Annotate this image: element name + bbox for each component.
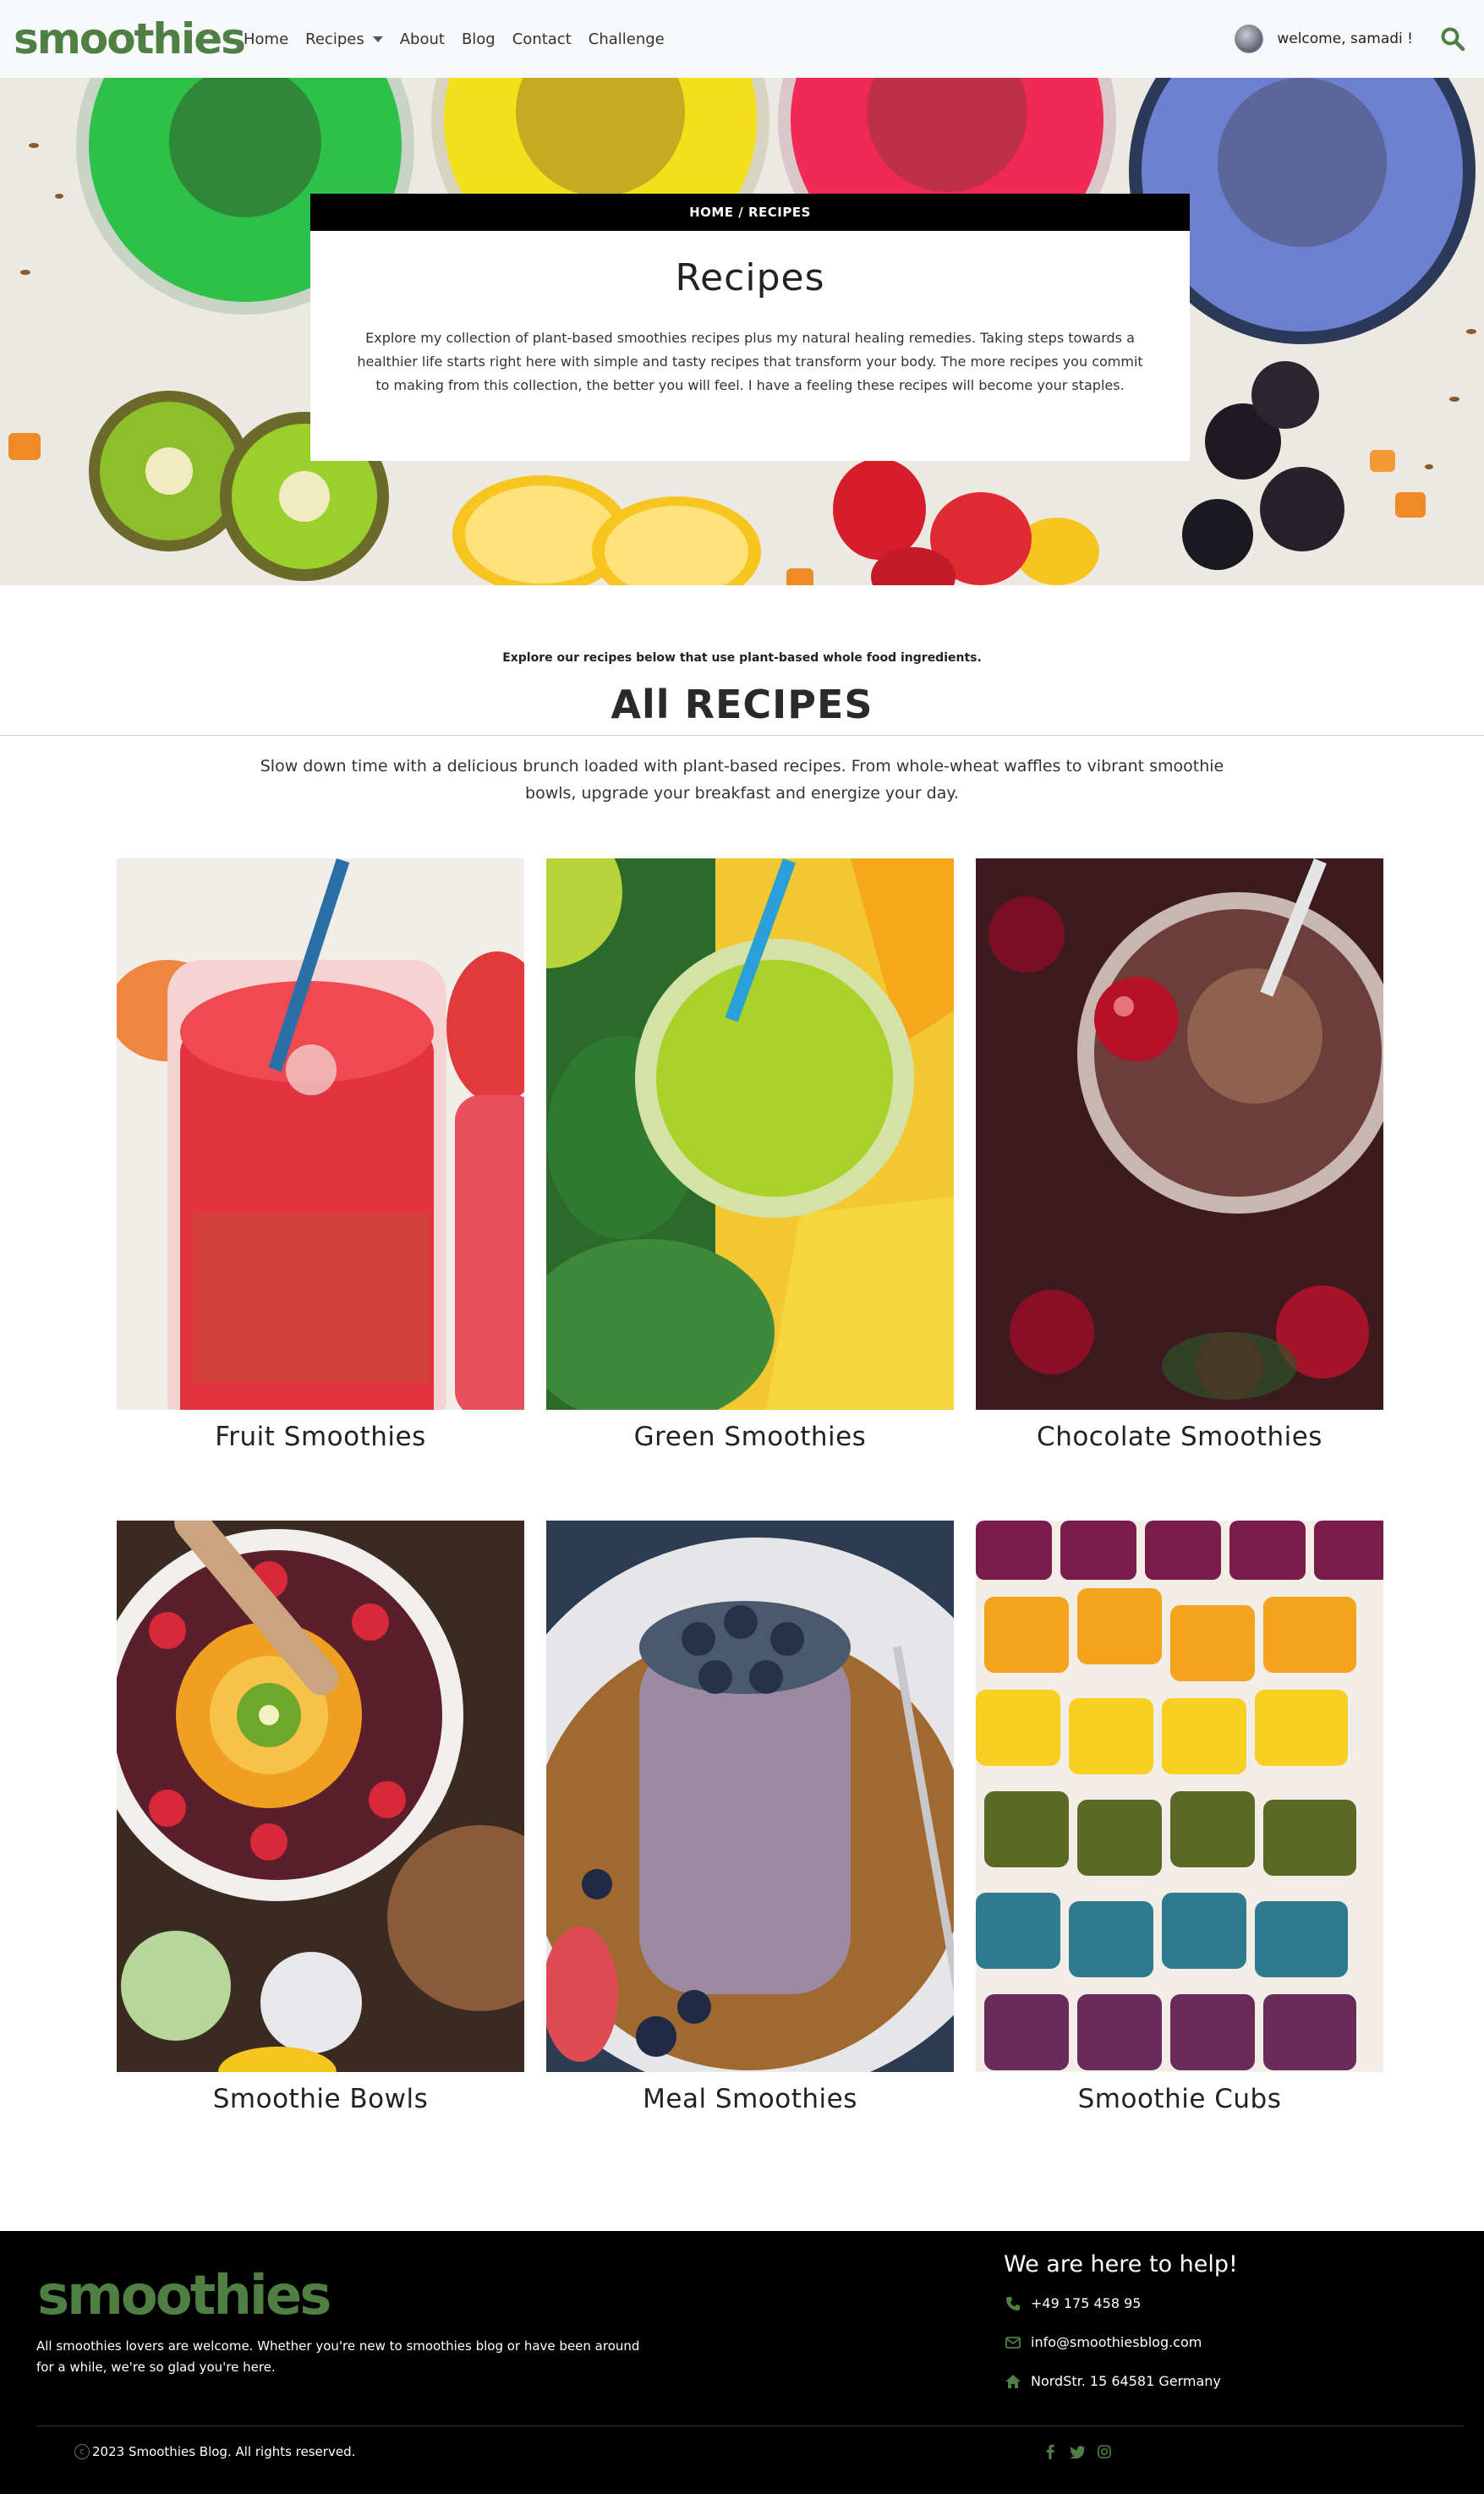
phone-icon xyxy=(1004,2296,1022,2311)
hero-card: Recipes Explore my collection of plant-b… xyxy=(310,231,1190,461)
recipe-card-smoothie-bowls[interactable]: Smoothie Bowls xyxy=(117,1521,524,2129)
section-divider xyxy=(0,735,1484,736)
footer-address: NordStr. 15 64581 Germany xyxy=(1004,2373,1221,2389)
smoothie-bowls-image[interactable] xyxy=(117,1521,524,2072)
section-title: All RECIPES xyxy=(611,682,873,727)
recipe-card-chocolate-smoothies[interactable]: Chocolate Smoothies xyxy=(976,858,1383,1467)
envelope-icon xyxy=(1004,2335,1022,2350)
nav-blog[interactable]: Blog xyxy=(462,30,496,48)
green-smoothies-image[interactable] xyxy=(546,858,954,1410)
footer: smoothies All smoothies lovers are welco… xyxy=(0,2231,1484,2494)
chevron-down-icon xyxy=(372,36,383,42)
address-text: NordStr. 15 64581 Germany xyxy=(1031,2373,1221,2389)
page-title: Recipes xyxy=(675,256,825,299)
nav-home[interactable]: Home xyxy=(244,30,288,48)
navbar: smoothies Home Recipes About Blog Contac… xyxy=(0,0,1484,78)
nav-contact[interactable]: Contact xyxy=(512,30,572,48)
section-description: Slow down time with a delicious brunch l… xyxy=(260,757,1224,803)
twitter-icon[interactable] xyxy=(1070,2444,1085,2459)
social-links xyxy=(1043,2444,1112,2459)
footer-email[interactable]: info@smoothiesblog.com xyxy=(1004,2334,1202,2350)
welcome-text: welcome, samadi ! xyxy=(1277,30,1413,47)
footer-phone[interactable]: +49 175 458 95 xyxy=(1004,2295,1141,2311)
logo-text: smoothies xyxy=(14,14,246,63)
recipe-label[interactable]: Meal Smoothies xyxy=(546,2084,954,2114)
footer-help-title: We are here to help! xyxy=(1004,2251,1238,2277)
recipe-card-smoothie-cubs[interactable]: Smoothie Cubs xyxy=(976,1521,1383,2129)
nav-challenge[interactable]: Challenge xyxy=(589,30,665,48)
chocolate-smoothies-image[interactable] xyxy=(976,858,1383,1410)
recipe-label[interactable]: Smoothie Cubs xyxy=(976,2084,1383,2114)
nav-links: Home Recipes About Blog Contact Challeng… xyxy=(244,0,682,78)
smoothie-cubs-image[interactable] xyxy=(976,1521,1383,2072)
hero-description: Explore my collection of plant-based smo… xyxy=(357,330,1143,393)
avatar[interactable] xyxy=(1235,25,1264,53)
copyright: c 2023 Smoothies Blog. All rights reserv… xyxy=(74,2444,355,2459)
facebook-icon[interactable] xyxy=(1043,2444,1058,2459)
instagram-icon[interactable] xyxy=(1097,2444,1112,2459)
nav-recipes[interactable]: Recipes xyxy=(305,30,383,48)
phone-text: +49 175 458 95 xyxy=(1031,2295,1142,2311)
email-text: info@smoothiesblog.com xyxy=(1031,2334,1202,2350)
nav-about[interactable]: About xyxy=(400,30,445,48)
footer-logo[interactable]: smoothies xyxy=(37,2265,331,2327)
copyright-icon: c xyxy=(74,2444,90,2459)
search-icon[interactable] xyxy=(1440,26,1465,52)
meal-smoothies-image[interactable] xyxy=(546,1521,954,2072)
section-kicker: Explore our recipes below that use plant… xyxy=(502,651,982,665)
footer-divider xyxy=(36,2425,1464,2426)
recipe-card-fruit-smoothies[interactable]: Fruit Smoothies xyxy=(117,858,524,1467)
recipe-card-green-smoothies[interactable]: Green Smoothies xyxy=(546,858,954,1467)
site-logo[interactable]: smoothies xyxy=(14,8,246,69)
nav-recipes-label: Recipes xyxy=(305,30,364,48)
copyright-text: 2023 Smoothies Blog. All rights reserved… xyxy=(92,2444,356,2459)
recipe-label[interactable]: Green Smoothies xyxy=(546,1422,954,1452)
fruit-smoothies-image[interactable] xyxy=(117,858,524,1410)
footer-about-text: All smoothies lovers are welcome. Whethe… xyxy=(36,2338,640,2375)
nav-right: welcome, samadi ! xyxy=(1235,0,1484,78)
recipe-label[interactable]: Smoothie Bowls xyxy=(117,2084,524,2114)
recipe-label[interactable]: Chocolate Smoothies xyxy=(976,1422,1383,1452)
home-icon xyxy=(1004,2374,1022,2389)
recipe-card-meal-smoothies[interactable]: Meal Smoothies xyxy=(546,1521,954,2129)
breadcrumb[interactable]: HOME / RECIPES xyxy=(310,194,1190,231)
recipe-label[interactable]: Fruit Smoothies xyxy=(117,1422,524,1452)
